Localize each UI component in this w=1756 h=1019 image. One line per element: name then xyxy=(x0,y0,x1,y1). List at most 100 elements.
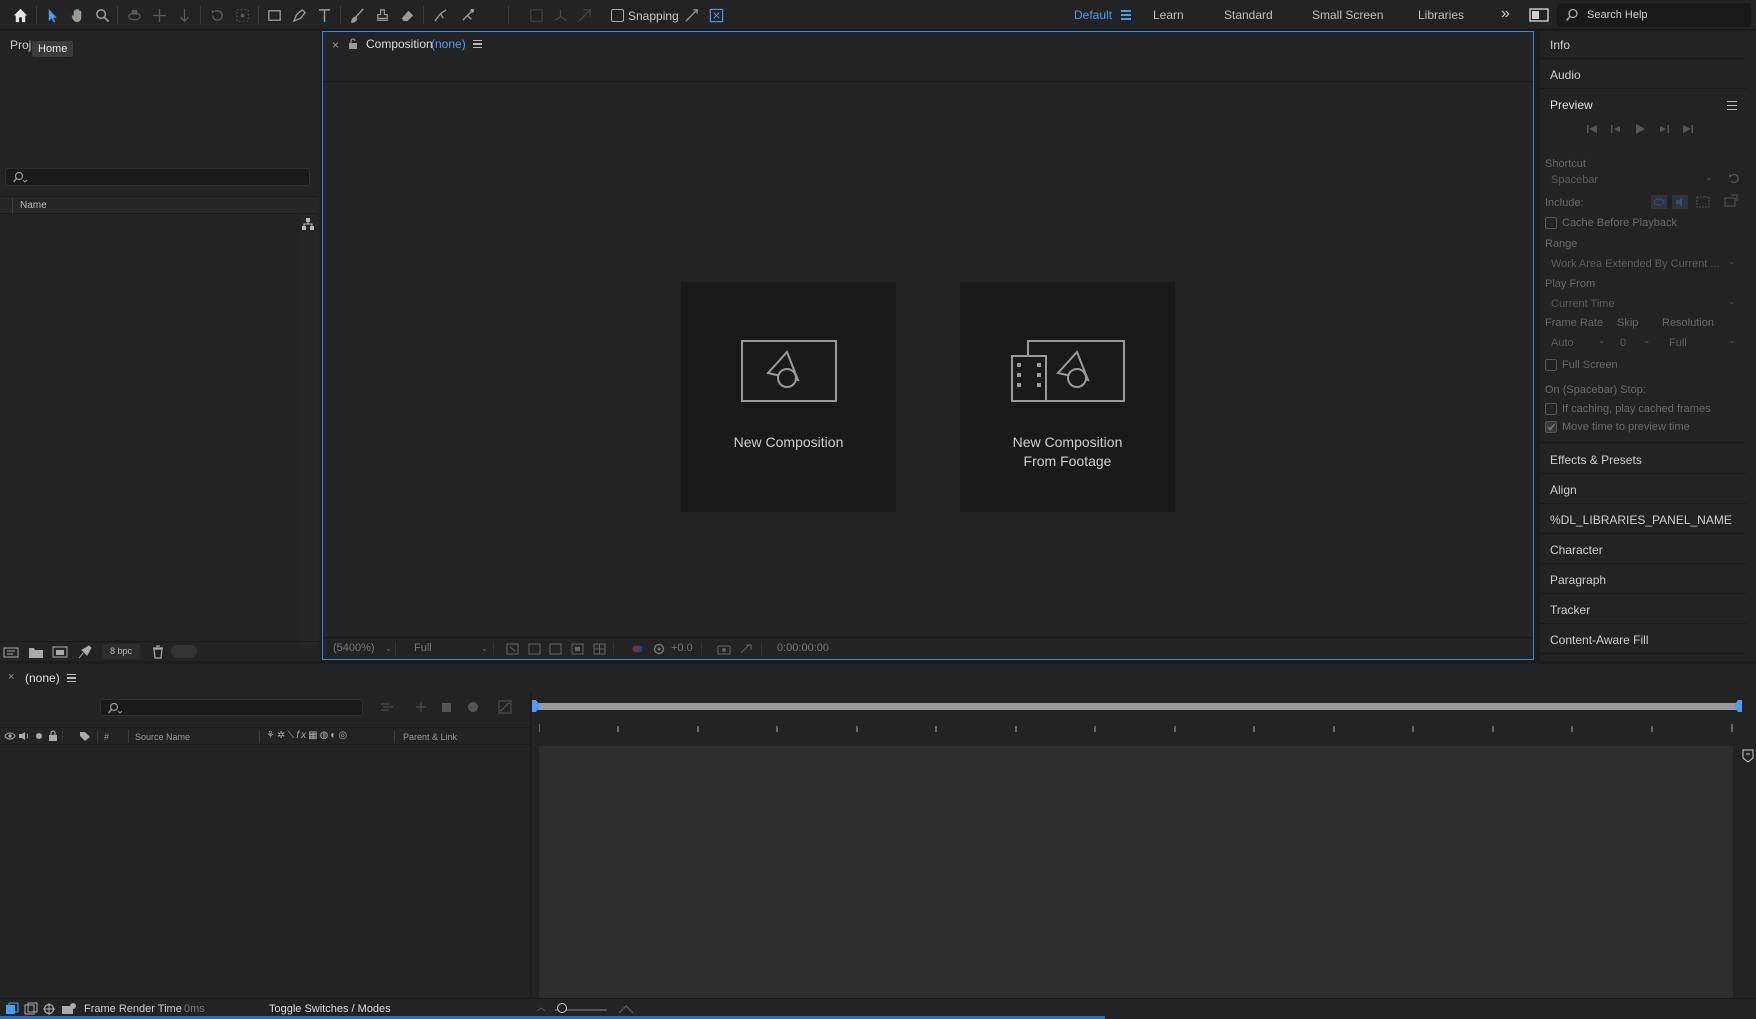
dolly-camera-icon[interactable] xyxy=(173,4,195,26)
shortcut-dropdown[interactable]: Spacebar xyxy=(1551,174,1598,186)
info-panel-header[interactable]: Info xyxy=(1540,31,1746,59)
magnification-dropdown[interactable]: (5400%) xyxy=(333,642,375,654)
new-composition-from-footage-card[interactable]: New Composition From Footage xyxy=(960,282,1175,512)
axis-view-icon[interactable] xyxy=(573,4,595,26)
composition-mini-flowchart-icon[interactable] xyxy=(380,701,394,713)
workspace-libraries[interactable]: Libraries xyxy=(1418,8,1464,22)
last-frame-icon[interactable] xyxy=(1681,123,1695,135)
zoom-in-icon[interactable] xyxy=(618,1003,634,1015)
column-number[interactable]: # xyxy=(104,732,109,742)
roto-brush-tool-icon[interactable] xyxy=(429,4,451,26)
draft-3d-icon[interactable] xyxy=(414,701,428,713)
timeline-search-input[interactable] xyxy=(100,699,363,716)
preview-menu-icon[interactable] xyxy=(1727,101,1737,110)
workspace-overflow-icon[interactable]: » xyxy=(1501,5,1510,23)
hide-shy-layers-icon[interactable] xyxy=(440,700,454,714)
selection-tool-icon[interactable] xyxy=(41,4,63,26)
lock-icon[interactable] xyxy=(48,730,58,742)
effects-presets-header[interactable]: Effects & Presets xyxy=(1540,446,1746,474)
project-tab[interactable]: Proj xyxy=(10,38,31,52)
video-visibility-icon[interactable] xyxy=(4,731,16,741)
axis-local-icon[interactable] xyxy=(525,4,547,26)
zoom-out-icon[interactable] xyxy=(536,1004,546,1014)
align-header[interactable]: Align xyxy=(1540,476,1746,504)
solo-icon[interactable] xyxy=(34,731,44,741)
include-overlay-icon[interactable] xyxy=(1695,195,1711,209)
timeline-scroll-up[interactable] xyxy=(1742,730,1756,748)
play-from-dropdown[interactable]: Current Time xyxy=(1551,298,1615,310)
workspace-default[interactable]: Default xyxy=(1074,8,1112,22)
type-tool-icon[interactable] xyxy=(313,4,335,26)
reset-icon[interactable] xyxy=(1728,172,1740,184)
toggle-render-time-icon[interactable] xyxy=(61,1002,77,1016)
orbit-camera-icon[interactable] xyxy=(123,4,145,26)
cache-before-playback-checkbox[interactable] xyxy=(1545,217,1557,229)
column-name[interactable]: Name xyxy=(20,200,47,211)
timeline-track-area[interactable] xyxy=(539,746,1733,998)
exposure-value[interactable]: +0.0 xyxy=(671,642,693,654)
timeline-tab-label[interactable]: (none) xyxy=(25,671,60,685)
new-folder-icon[interactable] xyxy=(28,645,44,659)
flowchart-icon[interactable] xyxy=(301,217,315,231)
axis-world-icon[interactable] xyxy=(549,4,571,26)
clone-stamp-tool-icon[interactable] xyxy=(371,4,393,26)
region-of-interest-icon[interactable] xyxy=(571,643,584,655)
time-ruler[interactable] xyxy=(539,724,1739,734)
snapping-checkbox[interactable] xyxy=(611,9,624,22)
transparency-grid-icon[interactable] xyxy=(528,643,541,655)
show-snapshot-icon[interactable] xyxy=(739,643,753,655)
full-screen-checkbox[interactable] xyxy=(1545,359,1557,371)
move-time-checkbox[interactable] xyxy=(1545,421,1557,433)
fast-previews-icon[interactable] xyxy=(506,643,519,655)
composition-tab-label[interactable]: Composition xyxy=(366,37,433,51)
home-icon[interactable] xyxy=(9,4,31,26)
project-search-input[interactable] xyxy=(5,168,310,186)
pen-tool-icon[interactable] xyxy=(288,4,310,26)
snap-edges-icon[interactable] xyxy=(680,4,702,26)
frame-blending-icon[interactable] xyxy=(466,700,480,714)
column-parent-link[interactable]: Parent & Link xyxy=(403,732,457,742)
include-audio-icon[interactable] xyxy=(1672,195,1688,209)
brush-tool-icon[interactable] xyxy=(346,4,368,26)
toggle-transfer-controls-icon[interactable] xyxy=(24,1002,38,1016)
search-help-field[interactable]: Search Help xyxy=(1557,3,1751,27)
mask-visibility-icon[interactable] xyxy=(549,643,562,655)
pan-camera-icon[interactable] xyxy=(148,4,170,26)
project-toggle[interactable] xyxy=(171,645,197,658)
frame-rate-dropdown[interactable]: Auto xyxy=(1551,337,1574,349)
snap-features-icon[interactable] xyxy=(705,4,727,26)
resolution-dropdown[interactable]: Full xyxy=(414,642,432,654)
timeline-zoom-handle[interactable] xyxy=(557,1003,567,1013)
tracker-header[interactable]: Tracker xyxy=(1540,596,1746,624)
character-header[interactable]: Character xyxy=(1540,536,1746,564)
external-monitor-icon[interactable] xyxy=(1724,194,1738,208)
zoom-tool-icon[interactable] xyxy=(91,4,113,26)
puppet-tool-icon[interactable] xyxy=(456,4,478,26)
trash-icon[interactable] xyxy=(150,645,166,659)
camera-snapshot-icon[interactable] xyxy=(717,643,731,655)
close-icon[interactable]: × xyxy=(8,671,14,683)
content-aware-fill-header[interactable]: Content-Aware Fill xyxy=(1540,626,1746,654)
play-icon[interactable] xyxy=(1633,123,1647,135)
if-caching-checkbox[interactable] xyxy=(1545,403,1557,415)
range-dropdown[interactable]: Work Area Extended By Current ... xyxy=(1551,258,1720,270)
workspace-menu-icon[interactable] xyxy=(1121,10,1131,20)
column-source-name[interactable]: Source Name xyxy=(135,732,190,742)
new-composition-icon[interactable] xyxy=(52,645,68,659)
workspace-learn[interactable]: Learn xyxy=(1153,8,1184,22)
interpret-footage-icon[interactable] xyxy=(3,645,19,659)
layer-switches-icons[interactable]: ⚘✲⟍fx▦◍◐◎ xyxy=(266,730,349,741)
audio-icon[interactable] xyxy=(18,731,30,741)
rectangle-tool-icon[interactable] xyxy=(263,4,285,26)
toggle-in-out-icon[interactable] xyxy=(42,1002,56,1016)
libraries-panel-header[interactable]: %DL_LIBRARIES_PANEL_NAME xyxy=(1540,506,1746,534)
current-time-display[interactable]: 0:00:00:00 xyxy=(777,642,829,654)
next-frame-icon[interactable] xyxy=(1657,123,1671,135)
first-frame-icon[interactable] xyxy=(1585,123,1599,135)
resolution-preview-dropdown[interactable]: Full xyxy=(1669,337,1687,349)
anchor-point-tool-icon[interactable] xyxy=(231,4,253,26)
close-icon[interactable]: × xyxy=(332,38,339,52)
composition-menu-icon[interactable] xyxy=(473,40,482,49)
skip-dropdown[interactable]: 0 xyxy=(1620,337,1626,349)
composition-tab-name[interactable]: (none) xyxy=(431,37,466,51)
